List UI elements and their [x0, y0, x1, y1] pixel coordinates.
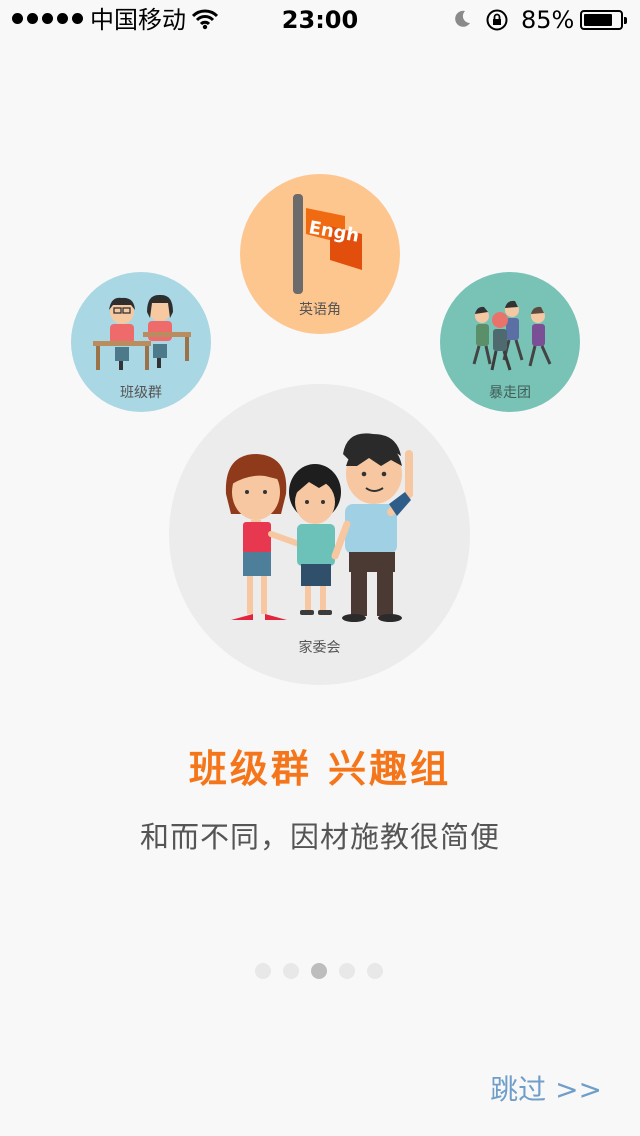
- headline: 班级群 兴趣组: [188, 747, 452, 791]
- family-committee-circle[interactable]: 家委会: [169, 384, 470, 685]
- subtitle: 和而不同，因材施教很简便: [139, 820, 500, 854]
- page-dot[interactable]: [367, 963, 383, 979]
- moon-icon: [455, 10, 470, 27]
- page-dot[interactable]: [255, 963, 271, 979]
- page-dot[interactable]: [283, 963, 299, 979]
- english-corner-label: 英语角: [299, 302, 341, 318]
- english-corner-circle[interactable]: Engh 英语角: [240, 174, 400, 334]
- skip-button[interactable]: 跳过 >>: [490, 1068, 602, 1108]
- battery-icon: [580, 10, 627, 30]
- status-bar: 中国移动 23:00 85%: [0, 0, 640, 40]
- page-indicator[interactable]: [255, 963, 383, 979]
- battery-percent: 85%: [521, 6, 575, 34]
- page-dot[interactable]: [339, 963, 355, 979]
- page-dot-active[interactable]: [311, 963, 327, 979]
- family-committee-label: 家委会: [298, 640, 341, 656]
- flag-text: Engh: [307, 217, 361, 247]
- rotation-lock-icon: [486, 9, 508, 31]
